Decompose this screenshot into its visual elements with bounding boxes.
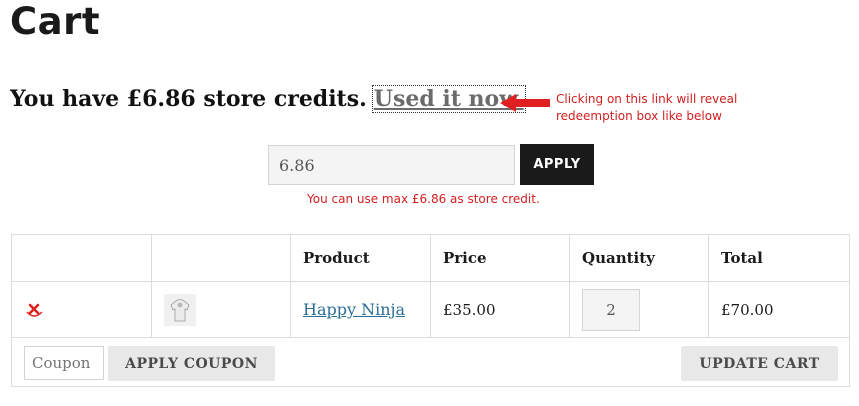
column-header-thumbnail	[152, 235, 291, 281]
apply-credit-button[interactable]: APPLY	[520, 144, 594, 185]
annotation-line-2: redeemption box like below	[556, 109, 722, 123]
coupon-code-input[interactable]	[24, 346, 104, 380]
store-credit-amount-input[interactable]	[268, 145, 515, 185]
product-name-link[interactable]: Happy Ninja	[303, 300, 405, 319]
table-header-row: Product Price Quantity Total	[12, 235, 849, 282]
close-icon[interactable]	[24, 299, 46, 321]
apply-coupon-button[interactable]: APPLY COUPON	[108, 346, 275, 381]
cart-page: Cart You have £6.86 store credits. Used …	[0, 0, 859, 406]
quantity-input[interactable]	[582, 288, 640, 331]
column-header-price: Price	[431, 235, 570, 281]
page-title: Cart	[10, 0, 101, 43]
cart-table: Product Price Quantity Total Happy Ninja…	[11, 234, 850, 387]
column-header-product: Product	[291, 235, 431, 281]
update-cart-button[interactable]: UPDATE CART	[681, 346, 838, 381]
table-row: Happy Ninja £35.00 £70.00	[12, 282, 849, 338]
product-thumbnail[interactable]	[164, 293, 196, 326]
annotation-line-1: Clicking on this link will reveal	[556, 92, 738, 106]
hoodie-icon	[170, 298, 190, 321]
product-price: £35.00	[431, 282, 570, 337]
annotation-note: Clicking on this link will reveal redeem…	[556, 91, 776, 125]
store-credit-max-message: You can use max £6.86 as store credit.	[307, 192, 540, 206]
cart-actions: APPLY COUPON UPDATE CART	[12, 338, 849, 386]
column-header-remove	[12, 235, 152, 281]
store-credit-notice: You have £6.86 store credits. Used it no…	[10, 85, 526, 113]
arrow-left-icon	[500, 94, 550, 112]
line-total: £70.00	[721, 300, 774, 319]
column-header-total: Total	[721, 249, 763, 267]
store-credit-text: You have £6.86 store credits.	[10, 86, 367, 112]
column-header-quantity: Quantity	[570, 235, 709, 281]
